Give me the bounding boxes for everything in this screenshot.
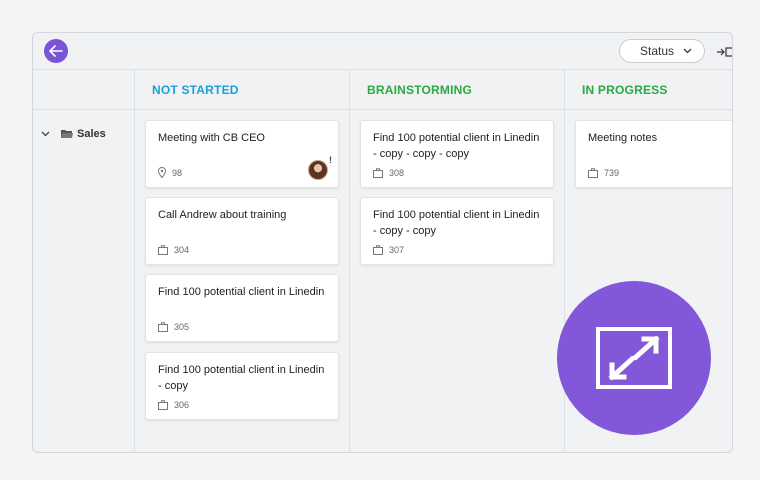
briefcase-icon [158,245,168,255]
task-card[interactable]: Find 100 potential client in Linedin - c… [145,352,339,420]
task-card[interactable]: Find 100 potential client in Linedin - c… [360,197,554,265]
card-id: 304 [174,245,190,255]
group-label: Sales [77,128,106,140]
toolbar: Status [33,33,732,70]
group-row-sales[interactable]: Sales [41,127,106,141]
fullscreen-icon [596,327,672,389]
card-title: Find 100 potential client in Linedin - c… [373,132,540,160]
folder-icon [61,130,73,138]
briefcase-icon [158,322,168,332]
card-title: Find 100 potential client in Linedin [158,286,325,298]
status-dropdown-label: Status [640,44,675,58]
back-button[interactable] [44,39,68,63]
alert-badge: ! [329,155,332,165]
task-card[interactable]: Find 100 potential client in Linedin - c… [360,120,554,188]
avatar[interactable] [308,160,328,180]
card-id: 98 [172,167,183,178]
card-id: 308 [389,168,405,178]
briefcase-icon [373,168,383,178]
card-id: 307 [389,245,405,255]
card-title: Find 100 potential client in Linedin - c… [373,209,540,237]
arrow-left-icon [49,45,63,57]
group-column: Sales [33,70,135,452]
task-card[interactable]: Meeting with CB CEO 98 ! [145,120,339,188]
briefcase-icon [588,168,598,178]
card-meta: 305 [158,322,189,332]
card-meta: 308 [373,168,404,178]
column-header: NOT STARTED [135,70,349,110]
card-meta: 304 [158,245,189,255]
card-meta: 98 [158,167,182,178]
column-brainstorming: BRAINSTORMING Find 100 potential client … [350,70,565,452]
task-card[interactable]: Meeting notes 739 [575,120,732,188]
card-id: 306 [174,400,190,410]
location-pin-icon [158,167,166,178]
column-header: IN PROGRESS [565,70,732,110]
chevron-down-icon[interactable] [41,131,50,137]
card-meta: 307 [373,245,404,255]
card-title: Find 100 potential client in Linedin - c… [158,364,325,392]
status-dropdown[interactable]: Status [619,39,705,63]
card-id: 305 [174,322,190,332]
card-meta: 306 [158,400,189,410]
task-card[interactable]: Find 100 potential client in Linedin 305 [145,274,339,342]
exit-icon[interactable] [716,45,733,59]
group-column-header [33,70,135,110]
column-not-started: NOT STARTED Meeting with CB CEO 98 ! Cal… [135,70,350,452]
chevron-down-icon [683,48,692,54]
fullscreen-button[interactable] [557,281,711,435]
card-title: Meeting notes [588,132,658,144]
briefcase-icon [158,400,168,410]
card-id: 739 [604,168,620,178]
briefcase-icon [373,245,383,255]
card-title: Meeting with CB CEO [158,132,265,144]
card-title: Call Andrew about training [158,209,287,221]
task-card[interactable]: Call Andrew about training 304 [145,197,339,265]
card-meta: 739 [588,168,619,178]
column-header: BRAINSTORMING [350,70,564,110]
